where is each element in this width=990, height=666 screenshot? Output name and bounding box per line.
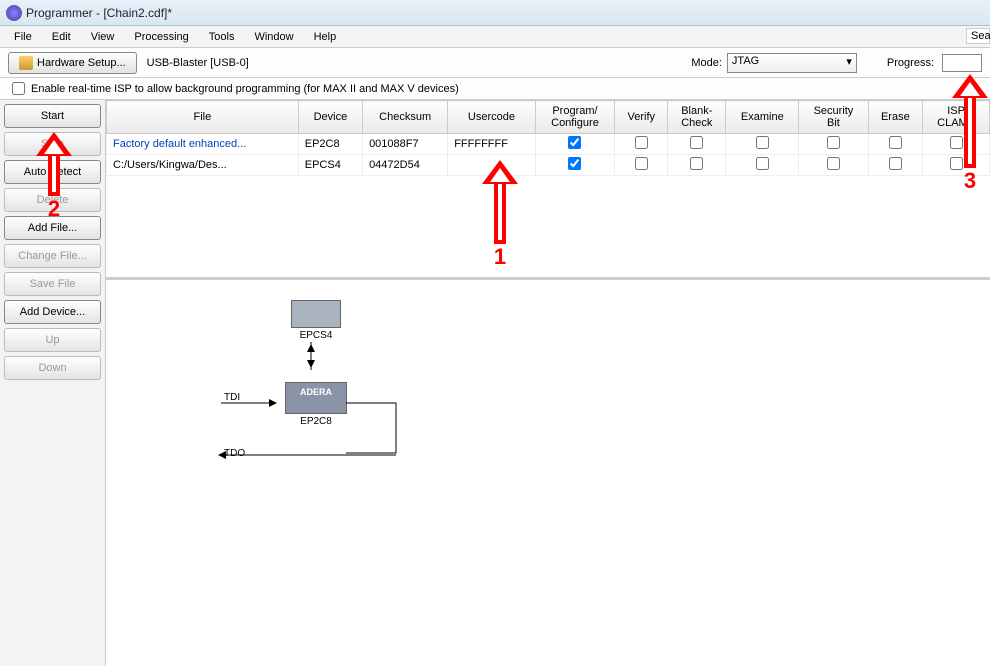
col-header[interactable]: Erase: [868, 101, 923, 134]
col-header[interactable]: Program/ Configure: [535, 101, 615, 134]
col-header[interactable]: Blank- Check: [668, 101, 726, 134]
col-header[interactable]: Examine: [726, 101, 799, 134]
chip-ep2c8[interactable]: ADERA EP2C8: [276, 382, 356, 427]
realtime-isp-label: Enable real-time ISP to allow background…: [31, 83, 459, 95]
mode-select[interactable]: JTAG ▾: [727, 53, 857, 73]
option-checkbox[interactable]: [827, 136, 840, 149]
side-stop: Stop: [4, 132, 101, 156]
table-row[interactable]: Factory default enhanced...EP2C8001088F7…: [107, 134, 990, 155]
side-save-file: Save File: [4, 272, 101, 296]
menu-bar: File Edit View Processing Tools Window H…: [0, 26, 990, 48]
side-up: Up: [4, 328, 101, 352]
menu-view[interactable]: View: [81, 28, 125, 46]
col-header[interactable]: Device: [298, 101, 362, 134]
chip-epcs4[interactable]: EPCS4: [276, 300, 356, 341]
altera-logo: ADERA: [286, 383, 346, 397]
progress-bar: [942, 54, 982, 72]
chip-ep2c8-label: EP2C8: [276, 416, 356, 427]
option-checkbox[interactable]: [690, 136, 703, 149]
option-checkbox[interactable]: [950, 136, 963, 149]
option-checkbox[interactable]: [635, 157, 648, 170]
option-checkbox[interactable]: [635, 136, 648, 149]
side-add-file-[interactable]: Add File...: [4, 216, 101, 240]
app-icon: [6, 5, 22, 21]
option-checkbox[interactable]: [690, 157, 703, 170]
file-link[interactable]: Factory default enhanced...: [113, 138, 246, 150]
side-auto-detect[interactable]: Auto Detect: [4, 160, 101, 184]
window-title: Programmer - [Chain2.cdf]*: [26, 6, 172, 20]
progress-label: Progress:: [887, 57, 934, 69]
hardware-setup-button[interactable]: Hardware Setup...: [8, 52, 137, 74]
realtime-isp-checkbox[interactable]: [12, 82, 25, 95]
option-checkbox[interactable]: [756, 157, 769, 170]
mode-value: JTAG: [732, 55, 759, 67]
tdo-label: TDO: [224, 448, 245, 459]
menu-help[interactable]: Help: [304, 28, 347, 46]
col-header[interactable]: ISP CLAMP: [923, 101, 990, 134]
option-checkbox[interactable]: [950, 157, 963, 170]
option-checkbox[interactable]: [889, 157, 902, 170]
side-down: Down: [4, 356, 101, 380]
side-change-file-: Change File...: [4, 244, 101, 268]
search-input[interactable]: Sear: [966, 28, 990, 44]
col-header[interactable]: File: [107, 101, 299, 134]
menu-processing[interactable]: Processing: [124, 28, 198, 46]
chevron-down-icon: ▾: [846, 55, 852, 68]
chip-epcs4-label: EPCS4: [276, 330, 356, 341]
menu-tools[interactable]: Tools: [199, 28, 245, 46]
table-row[interactable]: C:/Users/Kingwa/Des...EPCS404472D54: [107, 155, 990, 176]
option-checkbox[interactable]: [889, 136, 902, 149]
hardware-icon: [19, 56, 33, 70]
menu-window[interactable]: Window: [244, 28, 303, 46]
hardware-label: USB-Blaster [USB-0]: [147, 57, 249, 69]
col-header[interactable]: Usercode: [448, 101, 536, 134]
menu-file[interactable]: File: [4, 28, 42, 46]
mode-label: Mode:: [691, 57, 722, 69]
col-header[interactable]: Security Bit: [799, 101, 868, 134]
program-checkbox[interactable]: [568, 157, 581, 170]
menu-edit[interactable]: Edit: [42, 28, 81, 46]
side-add-device-[interactable]: Add Device...: [4, 300, 101, 324]
side-delete: Delete: [4, 188, 101, 212]
program-checkbox[interactable]: [568, 136, 581, 149]
hardware-setup-label: Hardware Setup...: [37, 57, 126, 69]
option-checkbox[interactable]: [756, 136, 769, 149]
option-checkbox[interactable]: [827, 157, 840, 170]
col-header[interactable]: Checksum: [363, 101, 448, 134]
col-header[interactable]: Verify: [615, 101, 668, 134]
chain-diagram: EPCS4 ADERA EP2C8 TDI TDO: [106, 280, 990, 666]
tdi-label: TDI: [224, 392, 240, 403]
side-start[interactable]: Start: [4, 104, 101, 128]
